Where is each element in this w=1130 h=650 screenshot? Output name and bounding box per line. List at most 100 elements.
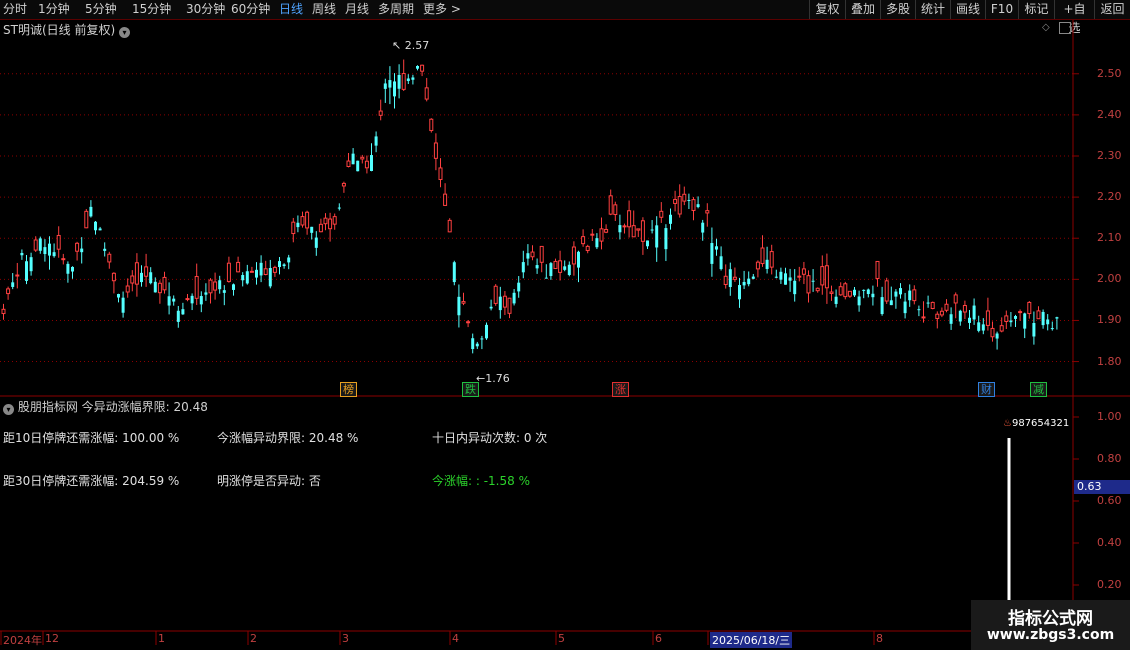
candle-body[interactable] (517, 282, 521, 292)
candle-body[interactable] (577, 251, 580, 268)
candle-body[interactable] (650, 229, 654, 231)
candle-body[interactable] (1018, 311, 1023, 314)
candle-body[interactable] (530, 251, 535, 258)
candle-body[interactable] (218, 280, 222, 290)
candle-body[interactable] (157, 282, 162, 294)
candle-body[interactable] (723, 275, 728, 285)
candle-body[interactable] (15, 274, 20, 277)
candle-body[interactable] (677, 196, 682, 215)
event-tag[interactable]: 涨 (612, 382, 629, 397)
candle-body[interactable] (1014, 316, 1017, 319)
candle-body[interactable] (300, 216, 305, 226)
candle-body[interactable] (834, 296, 838, 304)
candle-body[interactable] (199, 296, 203, 305)
candle-body[interactable] (843, 283, 848, 298)
dropdown-icon[interactable]: ▾ (3, 404, 14, 415)
candle-body[interactable] (61, 258, 66, 261)
candle-body[interactable] (659, 210, 664, 218)
candle-body[interactable] (990, 327, 995, 338)
candle-body[interactable] (539, 245, 544, 263)
candle-body[interactable] (259, 262, 263, 276)
candle-body[interactable] (581, 236, 586, 245)
candle-body[interactable] (958, 310, 962, 322)
candle-body[interactable] (226, 262, 231, 282)
candle-body[interactable] (208, 279, 213, 294)
candle-body[interactable] (866, 289, 870, 294)
candle-body[interactable] (558, 260, 563, 273)
candle-body[interactable] (121, 297, 125, 313)
candle-body[interactable] (117, 294, 120, 298)
candle-body[interactable] (889, 300, 893, 306)
candle-body[interactable] (332, 216, 337, 225)
candle-body[interactable] (103, 248, 107, 251)
candle-body[interactable] (544, 277, 548, 279)
candle-body[interactable] (134, 262, 139, 285)
candle-body[interactable] (512, 292, 516, 304)
candle-body[interactable] (107, 253, 112, 263)
candle-body[interactable] (383, 83, 387, 89)
candle-body[interactable] (1, 308, 6, 315)
candle-body[interactable] (853, 289, 856, 296)
candle-body[interactable] (962, 304, 967, 313)
candle-body[interactable] (521, 262, 525, 273)
candle-body[interactable] (20, 252, 24, 256)
candle-body[interactable] (144, 266, 149, 277)
candle-body[interactable] (944, 303, 949, 311)
candle-body[interactable] (604, 228, 609, 233)
candle-body[interactable] (29, 257, 33, 272)
candle-body[interactable] (162, 276, 167, 291)
candle-body[interactable] (806, 275, 811, 294)
candle-body[interactable] (489, 306, 493, 309)
candle-body[interactable] (1041, 311, 1045, 326)
candle-body[interactable] (801, 268, 806, 275)
candle-body[interactable] (930, 301, 935, 310)
candle-body[interactable] (268, 267, 272, 287)
candle-body[interactable] (232, 284, 235, 290)
candle-body[interactable] (747, 278, 751, 285)
candle-body[interactable] (669, 214, 672, 224)
candle-body[interactable] (862, 289, 866, 291)
candle-body[interactable] (571, 246, 576, 265)
candle-body[interactable] (926, 302, 930, 304)
event-tag[interactable]: 榜 (340, 382, 357, 397)
candle-body[interactable] (485, 324, 488, 339)
candle-body[interactable] (563, 266, 567, 270)
candle-body[interactable] (742, 281, 746, 286)
candle-body[interactable] (903, 301, 907, 314)
candle-body[interactable] (401, 73, 406, 90)
candle-body[interactable] (968, 317, 971, 323)
candle-body[interactable] (424, 87, 429, 100)
candle-body[interactable] (213, 281, 218, 291)
candle-body[interactable] (181, 309, 185, 315)
candle-body[interactable] (595, 238, 599, 248)
candle-body[interactable] (502, 295, 507, 308)
candle-body[interactable] (857, 296, 861, 306)
candle-body[interactable] (56, 234, 61, 250)
candle-body[interactable] (80, 248, 84, 253)
candle-body[interactable] (618, 225, 622, 233)
candle-body[interactable] (6, 288, 11, 295)
candle-body[interactable] (305, 211, 310, 229)
candle-body[interactable] (507, 297, 512, 314)
candle-body[interactable] (287, 257, 291, 263)
candle-body[interactable] (337, 207, 341, 209)
candle-body[interactable] (84, 210, 89, 229)
candle-body[interactable] (838, 286, 843, 296)
candle-body[interactable] (452, 262, 456, 283)
candle-body[interactable] (977, 322, 981, 331)
candle-body[interactable] (153, 281, 157, 293)
candle-body[interactable] (939, 310, 944, 316)
candle-body[interactable] (296, 222, 300, 228)
candle-body[interactable] (599, 228, 604, 242)
candle-body[interactable] (25, 261, 28, 281)
candle-body[interactable] (420, 64, 425, 72)
candle-body[interactable] (1055, 317, 1059, 319)
candle-body[interactable] (11, 282, 15, 287)
candle-body[interactable] (622, 225, 627, 228)
candle-body[interactable] (636, 228, 641, 231)
candle-body[interactable] (480, 338, 484, 340)
candle-body[interactable] (1004, 315, 1009, 322)
candle-body[interactable] (590, 233, 595, 236)
candle-body[interactable] (908, 290, 912, 301)
candle-body[interactable] (443, 193, 448, 206)
